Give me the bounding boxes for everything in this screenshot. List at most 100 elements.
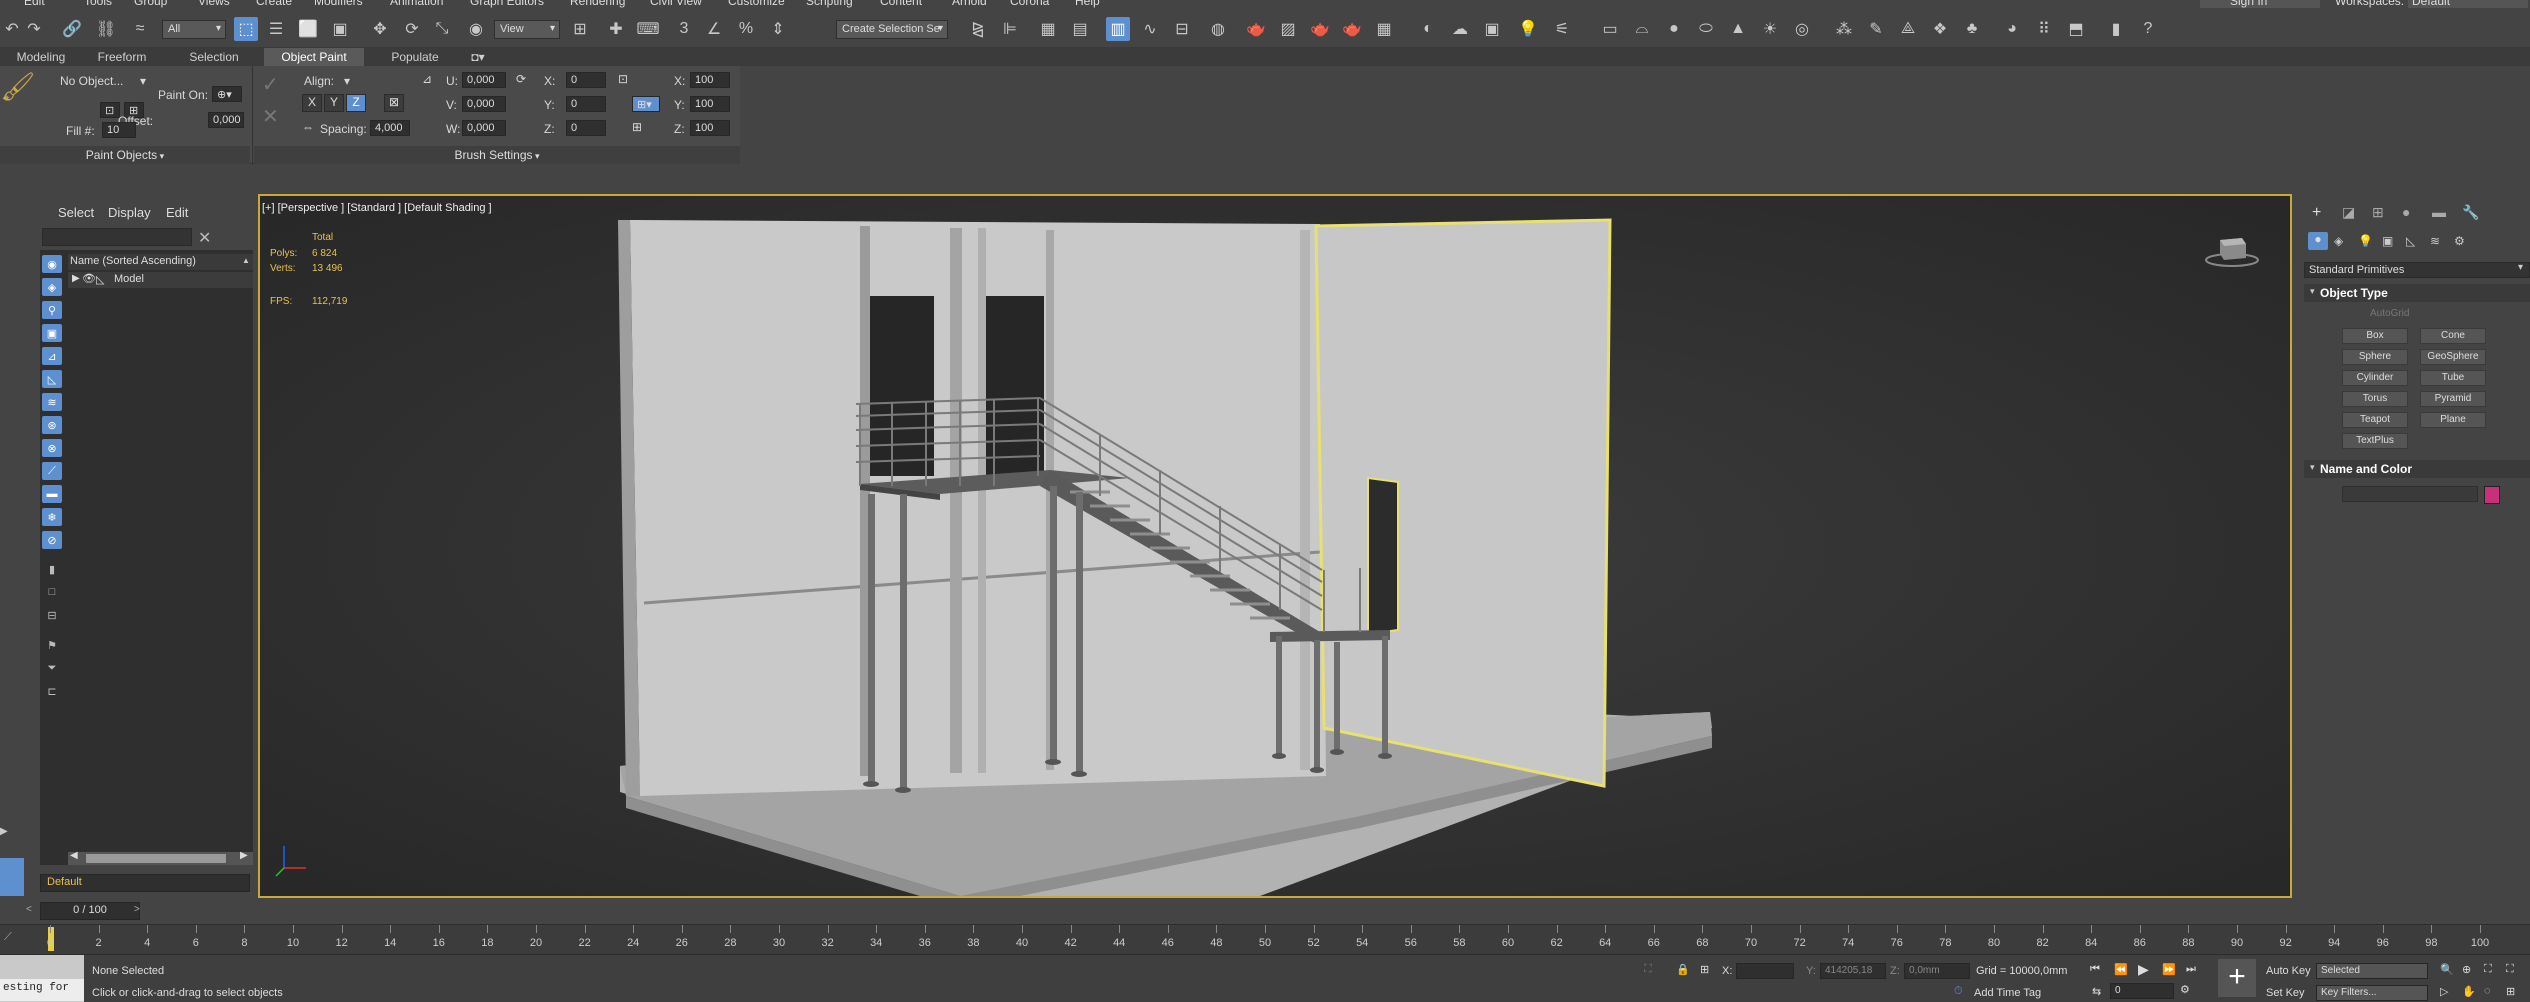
filter-icon[interactable]: ⏷ xyxy=(42,659,62,677)
proxy-icon[interactable]: ✎ xyxy=(1864,17,1888,41)
key-mode-icon[interactable]: ⇆ xyxy=(2092,985,2101,998)
render-setup-icon[interactable]: 🫖 xyxy=(1244,17,1268,41)
commit-check-icon[interactable]: ✓ xyxy=(262,72,279,97)
display-all-icon[interactable]: ▮ xyxy=(42,560,62,578)
object-type-rollout[interactable]: ▾ Object Type xyxy=(2304,284,2530,302)
mini-curve-editor-icon[interactable]: ⟋ xyxy=(4,931,12,944)
reference-coordinate-dropdown[interactable]: View xyxy=(494,20,560,39)
scale-lock-icon[interactable]: ⊡ xyxy=(618,72,628,86)
x-coord-field[interactable] xyxy=(1736,963,1794,979)
tab-populate[interactable]: Populate xyxy=(378,48,452,66)
scale-y-field[interactable]: 100 xyxy=(690,96,730,112)
render-in-cloud-icon[interactable]: ▦ xyxy=(1372,17,1396,41)
menu-animation[interactable]: Animation xyxy=(390,0,443,8)
lights-category-icon[interactable]: 💡 xyxy=(2358,234,2373,248)
paint-objects-footer[interactable]: Paint Objects xyxy=(0,146,250,164)
sky-icon[interactable]: ◎ xyxy=(1790,17,1814,41)
teapot-button[interactable]: Teapot xyxy=(2342,412,2408,428)
tab-modeling[interactable]: Modeling xyxy=(6,48,76,66)
display-groups-icon[interactable]: ⊛ xyxy=(42,416,62,434)
menu-customize[interactable]: Customize xyxy=(728,0,785,8)
material-editor-icon[interactable]: ◍ xyxy=(1206,17,1230,41)
paint-brush-icon[interactable]: 🖌 xyxy=(0,70,36,103)
curve-editor-icon[interactable]: ∿ xyxy=(1138,17,1162,41)
workspaces-dropdown[interactable]: Default xyxy=(2408,0,2528,8)
scroll-right-icon[interactable]: ▶ xyxy=(240,850,248,861)
align-x-button[interactable]: X xyxy=(302,94,322,112)
ribbon-options-icon[interactable]: ◘▾ xyxy=(466,48,490,66)
maximize-viewport-icon[interactable]: ⊞ xyxy=(2506,985,2515,998)
menu-tools[interactable]: Tools xyxy=(84,0,112,8)
named-selection-dropdown[interactable]: Create Selection Se xyxy=(836,20,948,39)
select-rotate-icon[interactable]: ⟳ xyxy=(400,17,424,41)
mirror-icon[interactable]: ⧎ xyxy=(966,17,990,41)
menu-civil-view[interactable]: Civil View xyxy=(650,0,702,8)
helpers-category-icon[interactable]: ◺ xyxy=(2406,234,2415,248)
display-cameras-icon[interactable]: ⊿ xyxy=(42,347,62,365)
explorer-horizontal-scrollbar[interactable]: ◀ ▶ xyxy=(68,850,253,865)
scale-reset-icon[interactable]: ⊞ xyxy=(632,120,642,134)
name-and-color-rollout[interactable]: ▾ Name and Color xyxy=(2304,460,2530,478)
angle-snap-icon[interactable]: ∠ xyxy=(702,17,726,41)
hierarchy-tab-icon[interactable]: ⊞ xyxy=(2372,204,2384,221)
menu-modifiers[interactable]: Modifiers xyxy=(314,0,363,8)
orbit-icon[interactable]: ◌ xyxy=(2484,985,2491,997)
absolute-mode-icon[interactable]: ⊞ xyxy=(1700,963,1709,976)
percent-snap-icon[interactable]: % xyxy=(734,17,758,41)
plant-icon[interactable]: ♣ xyxy=(1960,17,1984,41)
toggle-ribbon-icon[interactable]: ▥ xyxy=(1106,17,1130,41)
sync-selection-icon[interactable]: ⚑ xyxy=(42,636,62,654)
sphere-primitive-icon[interactable]: ● xyxy=(1662,17,1686,41)
select-by-name-icon[interactable]: ☰ xyxy=(264,17,288,41)
menu-edit[interactable]: Edit xyxy=(24,0,45,8)
rotate-z-field[interactable]: 0 xyxy=(566,120,606,136)
align-icon[interactable]: ⊫ xyxy=(998,17,1022,41)
align-y-button[interactable]: Y xyxy=(324,94,344,112)
menu-views[interactable]: Views xyxy=(198,0,230,8)
keyboard-shortcut-override-icon[interactable]: ⌨ xyxy=(636,17,660,41)
cylinder-primitive-icon[interactable]: ⬭ xyxy=(1694,17,1718,41)
redo-icon[interactable]: ↷ xyxy=(22,17,46,41)
display-bones-icon[interactable]: ⟋ xyxy=(42,462,62,480)
zoom-extents-all-icon[interactable]: ⛶ xyxy=(2506,963,2514,976)
goto-start-icon[interactable]: ⏮ xyxy=(2090,963,2100,976)
dome-primitive-icon[interactable]: ⌓ xyxy=(1630,17,1654,41)
add-time-tag-button[interactable]: Add Time Tag xyxy=(1974,987,2041,999)
spinner-snap-icon[interactable]: ⇕ xyxy=(766,17,790,41)
no-object-dropdown[interactable]: No Object... xyxy=(60,74,123,88)
hair-icon[interactable]: ⟁ xyxy=(1896,17,1920,41)
menu-rendering[interactable]: Rendering xyxy=(570,0,625,8)
display-helpers-icon[interactable]: ◺ xyxy=(42,370,62,388)
rendered-frame-window-icon[interactable]: ▨ xyxy=(1276,17,1300,41)
spacewarps-category-icon[interactable]: ≋ xyxy=(2430,234,2440,248)
sphere-button[interactable]: Sphere xyxy=(2342,349,2408,365)
rollout-collapse-icon[interactable]: ▾ xyxy=(2310,462,2315,473)
viewport-label-menu[interactable]: [+] [Perspective ] [Standard ] [Default … xyxy=(262,202,492,214)
pyramid-button[interactable]: Pyramid xyxy=(2420,391,2486,407)
cancel-x-icon[interactable]: ✕ xyxy=(262,104,279,129)
select-manipulate-icon[interactable]: ✚ xyxy=(604,17,628,41)
menu-scripting[interactable]: Scripting xyxy=(806,0,853,8)
autogrid-checkbox[interactable]: AutoGrid xyxy=(2370,308,2409,319)
layer-dropdown[interactable]: Default xyxy=(40,874,250,892)
toggle-layer-explorer-icon[interactable]: ▤ xyxy=(1068,17,1092,41)
undo-icon[interactable]: ↶ xyxy=(0,17,24,41)
z-coord-field[interactable]: 0,0mm xyxy=(1904,963,1970,979)
display-shapes-icon[interactable]: ⚲ xyxy=(42,301,62,319)
globe-icon[interactable]: ◕ xyxy=(2000,17,2024,41)
tab-freeform[interactable]: Freeform xyxy=(88,48,156,66)
rectangular-selection-icon[interactable]: ⬜ xyxy=(296,17,320,41)
tab-object-paint[interactable]: Object Paint xyxy=(264,48,364,66)
schematic-view-icon[interactable]: ⊟ xyxy=(1170,17,1194,41)
render-production-icon[interactable]: 🫖 xyxy=(1308,17,1332,41)
align-z-button[interactable]: Z xyxy=(346,94,366,112)
explorer-menu-display[interactable]: Display xyxy=(108,205,151,220)
scrollbar-thumb[interactable] xyxy=(86,854,226,863)
goto-end-icon[interactable]: ⏭ xyxy=(2186,963,2196,976)
explorer-menu-edit[interactable]: Edit xyxy=(166,205,188,220)
listener-output[interactable]: esting for xyxy=(0,979,84,1001)
spacing-field[interactable]: 4,000 xyxy=(370,120,410,136)
select-scale-icon[interactable]: ⤡ xyxy=(430,17,454,41)
prev-frame-icon[interactable]: ⏪ xyxy=(2114,963,2128,976)
shapes-category-icon[interactable]: ◈ xyxy=(2334,234,2343,248)
